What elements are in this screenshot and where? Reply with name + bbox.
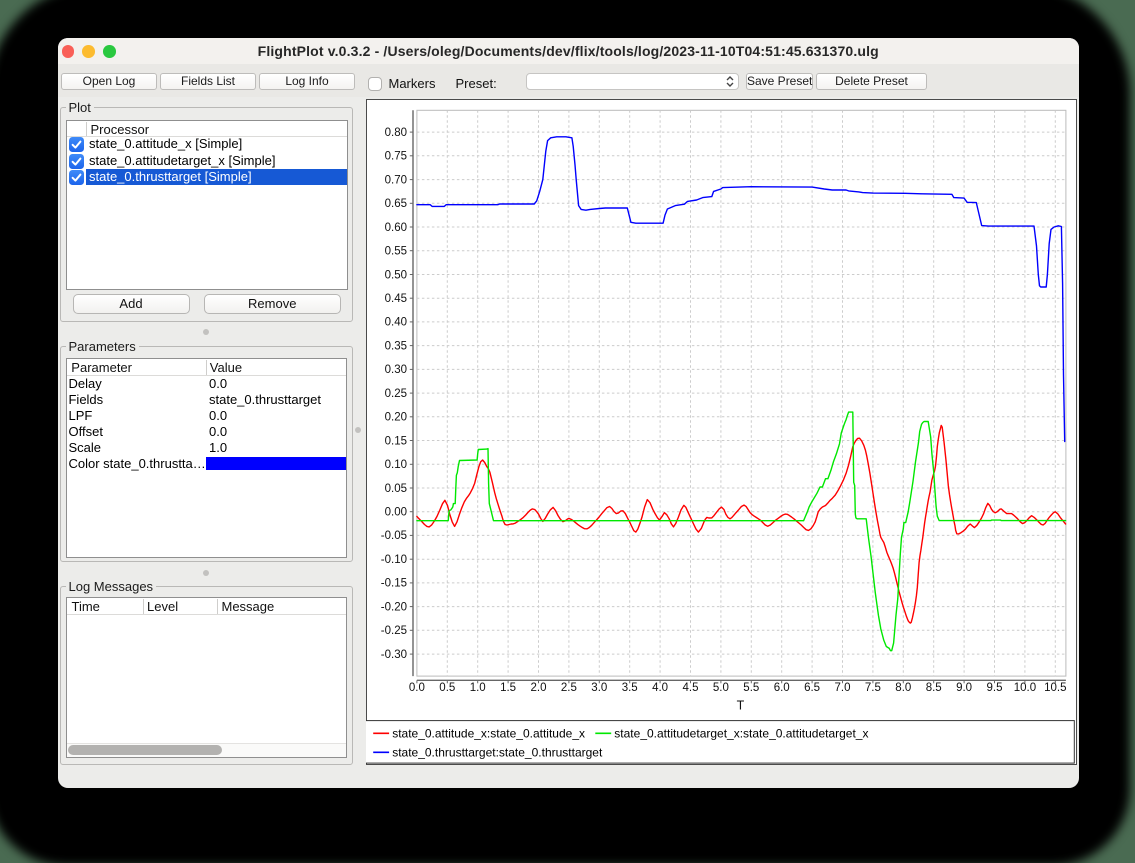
svg-text:0.70: 0.70 bbox=[384, 174, 406, 186]
svg-text:0.60: 0.60 bbox=[384, 221, 406, 233]
svg-text:-0.05: -0.05 bbox=[380, 530, 406, 542]
svg-text:state_0.attitudetarget_x:state: state_0.attitudetarget_x:state_0.attitud… bbox=[614, 726, 868, 740]
svg-text:0.10: 0.10 bbox=[384, 459, 406, 471]
svg-text:0.40: 0.40 bbox=[384, 316, 406, 328]
svg-text:8.5: 8.5 bbox=[925, 682, 941, 694]
svg-text:0.75: 0.75 bbox=[384, 150, 406, 162]
svg-text:4.0: 4.0 bbox=[652, 682, 668, 694]
svg-text:5.5: 5.5 bbox=[743, 682, 759, 694]
svg-text:-0.30: -0.30 bbox=[380, 648, 406, 660]
svg-text:3.0: 3.0 bbox=[591, 682, 607, 694]
svg-text:5.0: 5.0 bbox=[712, 682, 728, 694]
svg-text:0.20: 0.20 bbox=[384, 411, 406, 423]
svg-text:-0.25: -0.25 bbox=[380, 625, 406, 637]
svg-text:0.05: 0.05 bbox=[384, 482, 406, 494]
svg-text:0.80: 0.80 bbox=[384, 126, 406, 138]
svg-text:0.5: 0.5 bbox=[439, 682, 455, 694]
svg-text:-0.20: -0.20 bbox=[380, 601, 406, 613]
svg-text:0.45: 0.45 bbox=[384, 293, 406, 305]
svg-text:4.5: 4.5 bbox=[682, 682, 698, 694]
svg-text:T: T bbox=[736, 698, 744, 712]
svg-text:3.5: 3.5 bbox=[621, 682, 637, 694]
svg-text:0.50: 0.50 bbox=[384, 269, 406, 281]
svg-text:0.15: 0.15 bbox=[384, 435, 406, 447]
svg-text:6.5: 6.5 bbox=[804, 682, 820, 694]
svg-text:7.5: 7.5 bbox=[864, 682, 880, 694]
svg-text:0.55: 0.55 bbox=[384, 245, 406, 257]
svg-text:10.5: 10.5 bbox=[1044, 682, 1066, 694]
svg-text:0.65: 0.65 bbox=[384, 198, 406, 210]
svg-text:2.0: 2.0 bbox=[530, 682, 546, 694]
svg-text:8.0: 8.0 bbox=[895, 682, 911, 694]
svg-text:state_0.thrusttarget:state_0.t: state_0.thrusttarget:state_0.thrusttarge… bbox=[392, 745, 603, 759]
svg-text:7.0: 7.0 bbox=[834, 682, 850, 694]
svg-text:0.35: 0.35 bbox=[384, 340, 406, 352]
svg-text:state_0.attitude_x:state_0.att: state_0.attitude_x:state_0.attitude_x bbox=[392, 726, 585, 740]
svg-text:9.5: 9.5 bbox=[986, 682, 1002, 694]
svg-text:9.0: 9.0 bbox=[956, 682, 972, 694]
svg-text:1.0: 1.0 bbox=[469, 682, 485, 694]
svg-text:0.30: 0.30 bbox=[384, 364, 406, 376]
svg-text:-0.10: -0.10 bbox=[380, 554, 406, 566]
svg-text:2.5: 2.5 bbox=[560, 682, 576, 694]
svg-text:0.00: 0.00 bbox=[384, 506, 406, 518]
svg-text:1.5: 1.5 bbox=[500, 682, 516, 694]
svg-text:6.0: 6.0 bbox=[773, 682, 789, 694]
svg-text:-0.15: -0.15 bbox=[380, 577, 406, 589]
svg-text:0.0: 0.0 bbox=[408, 682, 424, 694]
svg-text:0.25: 0.25 bbox=[384, 387, 406, 399]
svg-text:10.0: 10.0 bbox=[1013, 682, 1035, 694]
